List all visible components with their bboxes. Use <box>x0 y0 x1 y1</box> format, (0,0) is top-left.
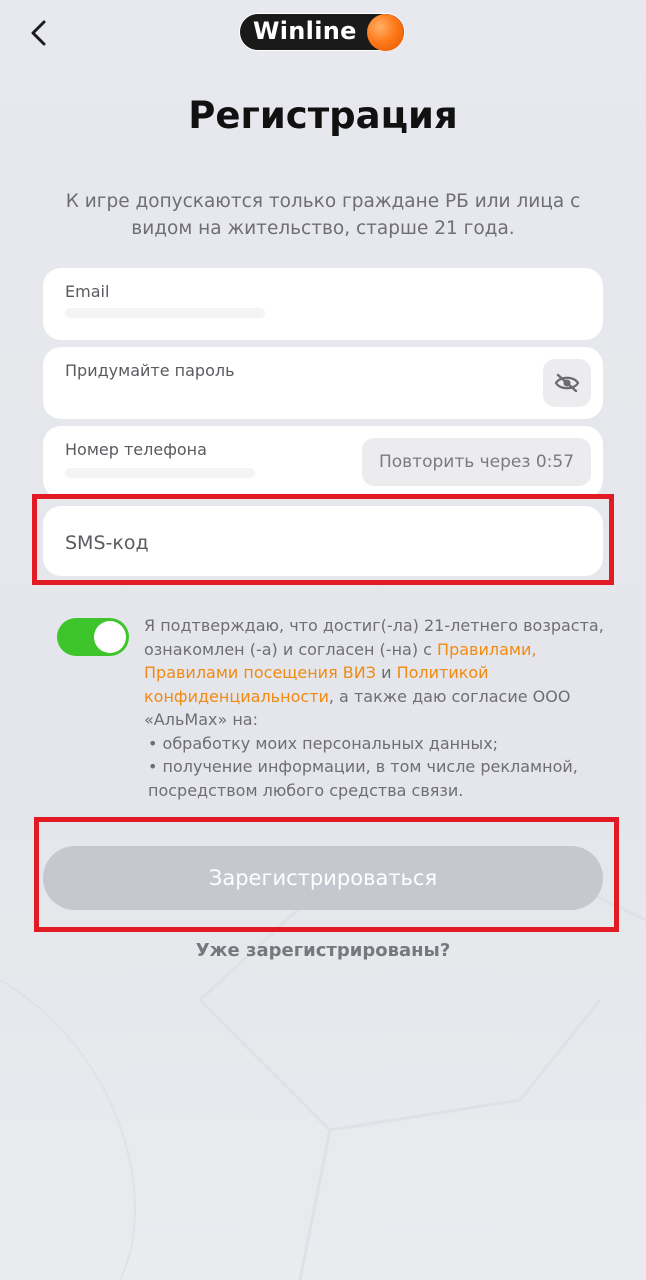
consent-text: Я подтверждаю, что достиг(-ла) 21-летнег… <box>144 614 604 802</box>
email-field[interactable]: Email <box>43 268 603 340</box>
logo-text: Winline <box>253 17 357 45</box>
consent-text-2: и <box>375 663 397 682</box>
page-title: Регистрация <box>188 94 458 137</box>
phone-value <box>65 468 255 478</box>
sms-field-highlight <box>32 494 614 585</box>
resend-code-button[interactable]: Повторить через 0:57 <box>362 438 591 486</box>
back-button[interactable] <box>22 16 56 50</box>
email-value <box>65 308 265 318</box>
email-label: Email <box>65 282 110 301</box>
chevron-left-icon <box>31 20 46 46</box>
logo-ball-icon <box>367 14 404 51</box>
consent-bullet-2: • получение информации, в том числе рекл… <box>148 757 578 800</box>
phone-field[interactable]: Номер телефона Повторить через 0:57 <box>43 426 603 498</box>
password-visibility-toggle[interactable] <box>543 359 591 407</box>
already-registered-link[interactable]: Уже зарегистрированы? <box>0 940 646 961</box>
page-subtitle: К игре допускаются только граждане РБ ил… <box>65 191 581 239</box>
eye-off-icon <box>554 373 580 393</box>
toggle-knob <box>94 621 126 653</box>
phone-label: Номер телефона <box>65 440 207 459</box>
password-field[interactable]: Придумайте пароль <box>43 347 603 419</box>
consent-bullet-1: • обработку моих персональных данных; <box>148 733 499 753</box>
password-label: Придумайте пароль <box>65 361 235 380</box>
consent-toggle[interactable] <box>57 618 129 656</box>
register-button-highlight <box>34 817 619 932</box>
winline-logo: Winline <box>239 13 407 53</box>
